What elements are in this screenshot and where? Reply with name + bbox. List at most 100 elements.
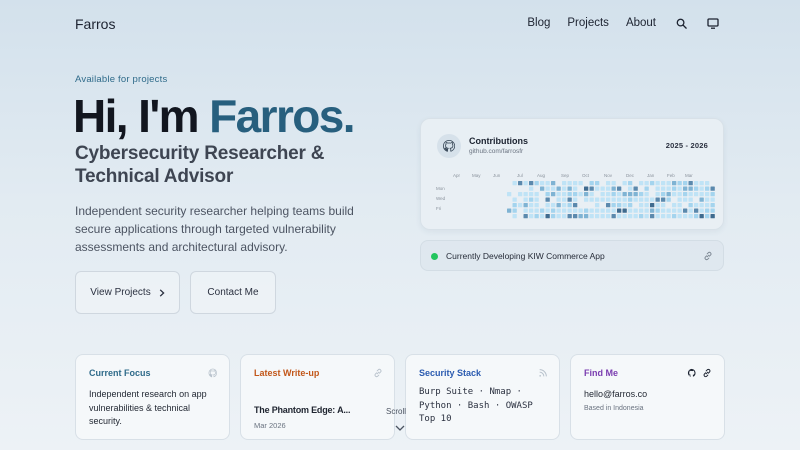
contribution-cell (578, 214, 583, 219)
contribution-cell (633, 186, 638, 191)
contribution-cell (540, 181, 545, 186)
contribution-cell (672, 203, 677, 208)
contribution-cell (633, 192, 638, 197)
current-focus-card[interactable]: Current Focus Independent research on ap… (75, 354, 230, 440)
contribution-cell (688, 192, 693, 197)
contact-me-button[interactable]: Contact Me (190, 271, 276, 314)
contribution-cell (551, 208, 556, 213)
nav-link-projects[interactable]: Projects (567, 17, 609, 29)
hero-name: Farros. (209, 90, 355, 142)
brand-logo[interactable]: Farros (75, 16, 115, 32)
contribution-cell (677, 214, 682, 219)
hero-subtitle: Cybersecurity Researcher & Technical Adv… (75, 143, 325, 187)
monitor-icon[interactable] (706, 16, 720, 30)
github-icon (208, 368, 217, 378)
contribution-cell (639, 214, 644, 219)
email-address[interactable]: hello@farros.co (584, 388, 716, 402)
contribution-cell (573, 181, 578, 186)
contribution-cell (573, 197, 578, 202)
contribution-cell (655, 197, 660, 202)
contribution-cell (672, 181, 677, 186)
contribution-cell (699, 192, 704, 197)
contribution-cell (567, 197, 572, 202)
nav-link-about[interactable]: About (626, 17, 656, 29)
contribution-cell (573, 203, 578, 208)
contribution-cell (639, 197, 644, 202)
contribution-cell (523, 192, 528, 197)
chevron-right-icon (159, 288, 165, 297)
link-icon[interactable] (702, 368, 712, 378)
contribution-cell (688, 181, 693, 186)
contribution-cell (699, 181, 704, 186)
contribution-cell (567, 208, 572, 213)
contribution-cell (633, 208, 638, 213)
find-me-card[interactable]: Find Me hello@farros.co Based in Indones… (570, 354, 725, 440)
contribution-cell (540, 208, 545, 213)
contribution-cell (589, 214, 594, 219)
writeup-content: The Phantom Edge: A... Mar 2026 (254, 404, 386, 432)
contribution-cell (699, 214, 704, 219)
contribution-cell (705, 203, 710, 208)
contribution-cell (677, 203, 682, 208)
contribution-cell (584, 214, 589, 219)
contribution-cell (628, 214, 633, 219)
contribution-cell (529, 214, 534, 219)
contribution-cell (562, 186, 567, 191)
contribution-cell (639, 203, 644, 208)
contribution-cell (688, 186, 693, 191)
security-stack-card[interactable]: Security Stack Burp Suite · Nmap · Pytho… (405, 354, 560, 440)
focus-description: Independent research on app vulnerabilit… (89, 389, 207, 426)
contribution-cell (672, 208, 677, 213)
contribution-cell (661, 181, 666, 186)
contribution-cell (518, 181, 523, 186)
contribution-cell (545, 186, 550, 191)
contribution-cell (628, 208, 633, 213)
contribution-cell (683, 181, 688, 186)
writeup-date: Mar 2026 (254, 420, 286, 430)
contribution-cell (523, 181, 528, 186)
card-title: Security Stack (419, 368, 482, 378)
contribution-cell (529, 181, 534, 186)
contribution-cell (644, 192, 649, 197)
contribution-cell (595, 181, 600, 186)
nav-link-blog[interactable]: Blog (527, 17, 550, 29)
contribution-cell (523, 197, 528, 202)
status-text: Currently Developing KIW Commerce App (446, 251, 605, 261)
contribution-cell (606, 197, 611, 202)
card-title: Current Focus (89, 368, 151, 378)
contribution-cell (529, 203, 534, 208)
contribution-cell (567, 186, 572, 191)
contribution-cell (534, 203, 539, 208)
contribution-cell (617, 203, 622, 208)
contribution-cell (545, 192, 550, 197)
contribution-cell (611, 197, 616, 202)
contribution-cell (606, 208, 611, 213)
rss-icon (539, 369, 547, 377)
view-projects-button[interactable]: View Projects (75, 271, 180, 314)
contribution-cell (589, 181, 594, 186)
contribution-cell (710, 203, 715, 208)
contribution-cell (551, 214, 556, 219)
contribution-cell (694, 203, 699, 208)
contribution-cell (589, 192, 594, 197)
contribution-cell (573, 186, 578, 191)
chevron-down-icon[interactable] (395, 424, 405, 432)
link-icon[interactable] (703, 251, 713, 261)
github-icon[interactable] (687, 368, 697, 378)
contribution-cell (584, 192, 589, 197)
contribution-cell (600, 186, 605, 191)
latest-writeup-card[interactable]: Latest Write-up The Phantom Edge: A... M… (240, 354, 395, 440)
contribution-cell (551, 203, 556, 208)
contribution-cell (666, 208, 671, 213)
contribution-cell (622, 197, 627, 202)
contribution-cell (705, 186, 710, 191)
contribution-cell (578, 181, 583, 186)
writeup-headline[interactable]: The Phantom Edge: A... (254, 404, 386, 418)
contribution-cell (523, 214, 528, 219)
hero-title: Hi, I'm Farros. (73, 88, 356, 144)
contribution-cell (573, 214, 578, 219)
search-icon[interactable] (674, 16, 688, 30)
contribution-cell (529, 208, 534, 213)
contribution-cell (622, 208, 627, 213)
contribution-cell (611, 203, 616, 208)
